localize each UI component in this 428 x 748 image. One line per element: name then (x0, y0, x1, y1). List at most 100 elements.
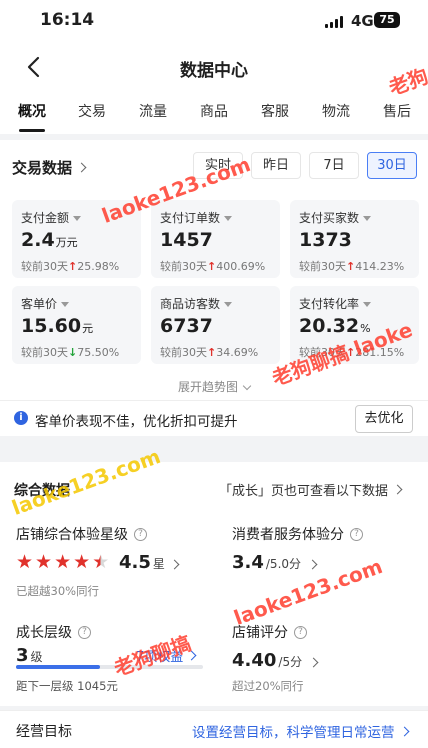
range-30d[interactable]: 30日 (367, 152, 417, 179)
metric-compare: 较前30天↑25.98% (21, 260, 120, 273)
chevron-right-icon (169, 559, 180, 570)
store-rating-label: 店铺综合体验星级 (16, 527, 128, 543)
store-rating-number: 4.5 (119, 552, 151, 573)
growth-level-label: 成长层级 (16, 625, 72, 641)
growth-level-value: 3 级 (16, 645, 43, 666)
chevron-right-icon (76, 162, 87, 173)
metric-value: 6737 (160, 315, 213, 337)
metric-compare: 较前30天↑281.15% (299, 346, 405, 359)
star-icon: ★ (54, 551, 72, 573)
metric-label[interactable]: 支付金额 (21, 209, 82, 226)
star-icon: ★ (35, 551, 53, 573)
range-yesterday[interactable]: 昨日 (251, 152, 301, 179)
arrow-up-icon: ↑ (207, 260, 217, 273)
help-icon[interactable]: ? (350, 527, 363, 541)
tab-overview[interactable]: 概况 (18, 101, 46, 121)
store-rating-unit: 星 (152, 557, 165, 571)
chevron-down-icon (242, 381, 252, 391)
store-score-note: 超过20%同行 (232, 679, 304, 693)
metric-value: 1457 (160, 229, 213, 251)
store-score-unit: /5分 (278, 655, 303, 669)
metric-label[interactable]: 客单价 (21, 295, 70, 312)
metric-value: 15.60元 (21, 315, 94, 337)
arrow-down-icon: ↓ (68, 346, 78, 359)
page-title: 数据中心 (180, 61, 248, 81)
tab-trade[interactable]: 交易 (78, 101, 106, 121)
tab-traffic[interactable]: 流量 (139, 101, 167, 121)
store-score-value[interactable]: 4.40 /5分 (232, 650, 319, 671)
trade-title: 交易数据 (12, 159, 73, 177)
metric-label[interactable]: 支付订单数 (160, 209, 233, 226)
growth-level-title: 成长层级 ? (16, 622, 91, 642)
growth-level-number: 3 (16, 645, 29, 666)
store-rating-note: 已超越30%同行 (16, 584, 100, 598)
nav-bar: 数据中心 (0, 42, 428, 92)
dropdown-caret-icon (363, 302, 372, 307)
metric-card-avg-order-value[interactable]: 客单价 15.60元 较前30天↓75.50% (12, 286, 141, 364)
star-icon: ★ (92, 551, 110, 573)
metric-value: 2.4万元 (21, 229, 78, 251)
store-score-title: 店铺评分 ? (232, 622, 307, 642)
metric-compare: 较前30天↑414.23% (299, 260, 405, 273)
store-rating-value[interactable]: 4.5 星 (119, 552, 180, 573)
chevron-right-icon (308, 657, 319, 668)
service-score-number: 3.4 (232, 552, 264, 573)
help-icon[interactable]: ? (78, 625, 91, 639)
metric-card-pay-conversion[interactable]: 支付转化率 20.32% 较前30天↑281.15% (290, 286, 419, 364)
metric-card-product-visitors[interactable]: 商品访客数 6737 较前30天↑34.69% (151, 286, 280, 364)
set-goal-link[interactable]: 设置经营目标，科学管理日常运营 (192, 721, 409, 741)
metric-label[interactable]: 商品访客数 (160, 295, 233, 312)
dropdown-caret-icon (363, 216, 372, 221)
metric-label[interactable]: 支付买家数 (299, 209, 372, 226)
overview-title: 综合数据 (14, 483, 70, 499)
arrow-up-icon: ↑ (68, 260, 78, 273)
tab-logistics[interactable]: 物流 (322, 101, 350, 121)
growth-progress-fill (16, 665, 101, 669)
trade-section-header[interactable]: 交易数据 (12, 157, 87, 178)
service-score-unit: /5.0分 (265, 557, 302, 571)
metric-card-pay-amount[interactable]: 支付金额 2.4万元较前30天↑25.98% (12, 200, 141, 278)
help-icon[interactable]: ? (294, 625, 307, 639)
chevron-right-icon (186, 650, 197, 661)
growth-level-unit: 级 (30, 650, 43, 664)
star-icon: ★ (73, 551, 91, 573)
growth-page-link[interactable]: 「成长」页也可查看以下数据 (219, 480, 403, 499)
store-score-label: 店铺评分 (232, 625, 288, 641)
tip-text: 客单价表现不佳，优化折扣可提升 (35, 414, 238, 430)
tab-indicator (19, 129, 45, 132)
set-goal-text: 设置经营目标，科学管理日常运营 (192, 725, 395, 741)
business-goal-row: 经营目标 设置经营目标，科学管理日常运营 (0, 710, 428, 748)
business-goal-label: 经营目标 (16, 724, 72, 740)
service-score-label: 消费者服务体验分 (232, 527, 344, 543)
service-score-value[interactable]: 3.4 /5.0分 (232, 552, 318, 573)
expand-trend-button[interactable]: 展开趋势图 (0, 378, 428, 395)
status-bar: 16:14 4G 75 (0, 0, 428, 42)
arrow-up-icon: ↑ (207, 346, 217, 359)
tab-service[interactable]: 客服 (261, 101, 289, 121)
network-type: 4G (351, 12, 374, 30)
range-realtime[interactable]: 实时 (193, 152, 243, 179)
chevron-right-icon (399, 726, 409, 736)
rights-label: 7项权益 (136, 650, 184, 665)
metric-card-pay-orders[interactable]: 支付订单数 1457 较前30天↑400.69% (151, 200, 280, 278)
chevron-right-icon (392, 484, 403, 495)
dropdown-caret-icon (61, 302, 70, 307)
rights-link[interactable]: 7项权益 (136, 646, 197, 665)
star-rating: ★ ★ ★ ★ ★ (16, 553, 109, 572)
status-time: 16:14 (40, 10, 95, 30)
metric-value: 20.32% (299, 315, 371, 337)
arrow-up-icon: ↑ (346, 260, 356, 273)
range-7d[interactable]: 7日 (309, 152, 359, 179)
tab-bar: 概况 交易 流量 商品 客服 物流 售后 (0, 92, 428, 134)
optimize-button[interactable]: 去优化 (355, 405, 413, 433)
optimize-tip: i 客单价表现不佳，优化折扣可提升 去优化 (0, 400, 428, 436)
tab-goods[interactable]: 商品 (200, 101, 228, 121)
help-icon[interactable]: ? (134, 527, 147, 541)
next-level-note: 距下一层级 1045元 (16, 679, 118, 693)
store-rating-title: 店铺综合体验星级 ? (16, 524, 147, 544)
metric-card-pay-buyers[interactable]: 支付买家数 1373 较前30天↑414.23% (290, 200, 419, 278)
tab-aftersale[interactable]: 售后 (383, 101, 411, 121)
metric-label[interactable]: 支付转化率 (299, 295, 372, 312)
dropdown-caret-icon (73, 216, 82, 221)
star-icon: ★ (16, 551, 34, 573)
